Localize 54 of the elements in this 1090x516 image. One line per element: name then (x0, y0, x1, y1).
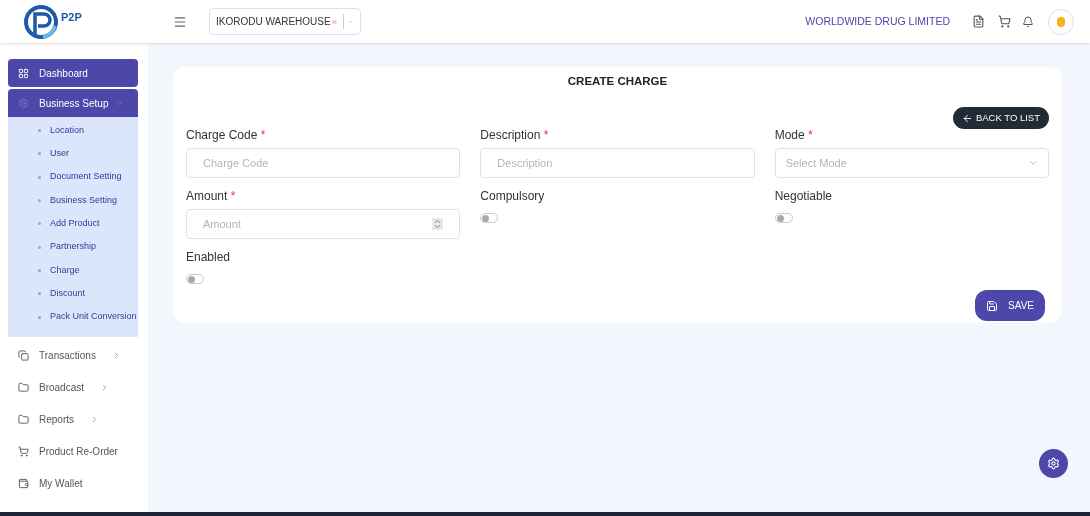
settings-icon (1047, 457, 1060, 470)
text-input[interactable]: Charge Code (186, 148, 461, 179)
field-label: Negotiable (774, 188, 834, 206)
text-input[interactable]: Description (480, 148, 755, 179)
submenu-item[interactable]: User (8, 142, 138, 166)
chevron-right-icon (90, 415, 99, 425)
field-label: Enabled (186, 249, 232, 267)
sidebar-item[interactable]: Broadcast (8, 372, 138, 403)
submenu-item[interactable]: Business Setting (8, 188, 138, 213)
submenu-item[interactable]: Pack Unit Conversion (8, 305, 138, 329)
amount-input[interactable]: Amount (203, 216, 433, 233)
cart-icon[interactable] (998, 15, 1011, 28)
back-button[interactable]: BACK TO LIST (952, 107, 1049, 130)
form-title: CREATE CHARGE (566, 74, 669, 89)
grid-icon (18, 67, 29, 79)
field-label: Mode * (774, 127, 814, 145)
company-name: WORLDWIDE DRUG LIMITED (805, 13, 950, 29)
notification-icon[interactable] (1022, 15, 1034, 28)
submenu-item[interactable]: Location (8, 119, 138, 143)
toggle-switch[interactable] (480, 213, 499, 224)
toggle-switch[interactable] (774, 213, 793, 224)
save-button[interactable]: SAVE (975, 290, 1045, 321)
submenu-item[interactable]: Partnership (8, 235, 138, 259)
submenu-item[interactable]: Charge (8, 258, 138, 283)
cart-icon (18, 446, 29, 458)
folder-icon (18, 414, 29, 426)
save-icon (986, 299, 999, 312)
sidebar-item[interactable]: My Wallet (8, 468, 138, 499)
submenu-item[interactable]: Discount (8, 282, 138, 306)
folder-icon (18, 382, 29, 394)
submenu-item[interactable]: Document Setting (8, 165, 138, 189)
field-label: Amount * (186, 188, 237, 206)
field-label: Description * (480, 127, 550, 145)
wallet-icon (18, 478, 29, 490)
stepper-icon[interactable] (432, 218, 444, 231)
arrow-left-icon (961, 112, 973, 124)
avatar[interactable] (1048, 8, 1074, 35)
logo-text: P2P (61, 10, 82, 26)
field-label: Compulsory (480, 188, 546, 206)
sidebar-item[interactable]: Dashboard (8, 59, 138, 87)
submenu-item[interactable]: Add Product (8, 212, 138, 236)
gear-icon (18, 97, 29, 109)
sidebar-item[interactable]: Product Re-Order (8, 436, 138, 467)
field-label: Charge Code * (186, 127, 267, 145)
logo-icon (23, 3, 59, 40)
settings-button[interactable] (1039, 449, 1068, 478)
number-input[interactable]: Amount (186, 209, 461, 240)
sidebar-item[interactable]: Transactions (8, 340, 138, 371)
document-icon[interactable] (972, 15, 985, 28)
menu-icon[interactable] (173, 14, 187, 29)
copy-icon (18, 350, 29, 362)
sidebar-item[interactable]: Business Setup (8, 89, 138, 117)
toggle-switch[interactable] (186, 274, 204, 285)
sidebar-item[interactable]: Reports (8, 404, 138, 435)
